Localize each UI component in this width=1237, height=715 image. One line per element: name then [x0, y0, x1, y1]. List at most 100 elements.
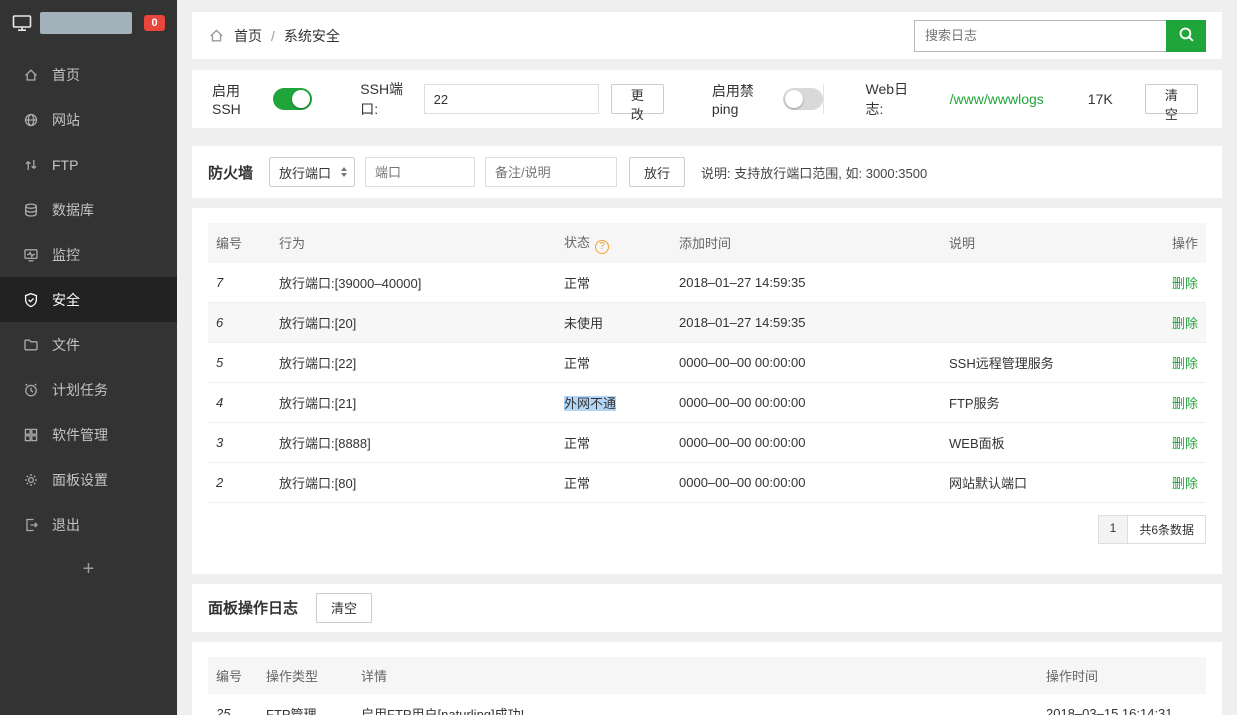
- delete-link[interactable]: 删除: [1172, 396, 1198, 411]
- server-name-redacted: [40, 12, 132, 34]
- cell-time: 2018–03–15 16:14:31: [1038, 693, 1206, 715]
- column-header-type: 操作类型: [258, 656, 353, 694]
- cell-note: FTP服务: [941, 382, 1156, 423]
- ssh-port-input[interactable]: [423, 84, 599, 114]
- sidebar-item-label: FTP: [52, 156, 79, 173]
- delete-link[interactable]: 删除: [1172, 316, 1198, 331]
- cell-status: 正常: [556, 262, 671, 303]
- cell-action: 放行端口:[39000–40000]: [271, 262, 556, 303]
- delete-link[interactable]: 删除: [1172, 276, 1198, 291]
- cell-op: 删除: [1156, 302, 1206, 343]
- table-row: 5 放行端口:[22] 正常 0000–00–00 00:00:00 SSH远程…: [208, 342, 1206, 383]
- sidebar-item-logout[interactable]: 退出: [0, 502, 177, 547]
- breadcrumb-home-icon[interactable]: [208, 27, 225, 44]
- status-badge: 正常: [564, 475, 591, 491]
- folder-icon: [23, 337, 39, 353]
- shield-icon: [23, 292, 39, 308]
- allow-button[interactable]: 放行: [629, 157, 686, 187]
- column-header-note: 说明: [941, 223, 1156, 263]
- ssh-toggle-label: 启用SSH: [212, 83, 241, 117]
- column-header-status: 状态?: [556, 223, 671, 263]
- cell-detail: 启用FTP用户[naturling]成功!: [353, 693, 1038, 715]
- status-badge: 正常: [564, 435, 591, 451]
- cell-id: 25: [208, 693, 258, 715]
- action-select-value: 放行端口: [279, 165, 332, 181]
- log-search: [914, 19, 1206, 52]
- sidebar-item-cron[interactable]: 计划任务: [0, 367, 177, 412]
- cell-status: 正常: [556, 422, 671, 463]
- sidebar-item-security[interactable]: 安全: [0, 277, 177, 322]
- sidebar-item-website[interactable]: 网站: [0, 97, 177, 142]
- sidebar-item-files[interactable]: 文件: [0, 322, 177, 367]
- sidebar-item-monitor[interactable]: 监控: [0, 232, 177, 277]
- column-header-detail: 详情: [353, 656, 1038, 694]
- transfer-icon: [23, 157, 39, 173]
- port-input[interactable]: [365, 157, 476, 187]
- apps-grid-icon: [23, 427, 39, 443]
- help-icon[interactable]: ?: [595, 239, 610, 254]
- sidebar-menu: 首页 网站 FTP 数据库 监控 安全 文件 计划任务 软件管理 面板设置 退出…: [0, 52, 177, 592]
- logs-clear-button[interactable]: 清空: [316, 592, 373, 623]
- cell-op: 删除: [1156, 462, 1206, 503]
- cell-action: 放行端口:[80]: [271, 462, 556, 503]
- note-input[interactable]: [485, 157, 618, 187]
- sidebar-item-home[interactable]: 首页: [0, 52, 177, 97]
- ssh-toggle[interactable]: [272, 88, 313, 110]
- cell-action: 放行端口:[8888]: [271, 422, 556, 463]
- status-header-label: 状态: [564, 235, 591, 250]
- cell-note: [941, 262, 1156, 303]
- cell-type: FTP管理: [258, 693, 353, 715]
- sidebar-item-software[interactable]: 软件管理: [0, 412, 177, 457]
- change-port-button[interactable]: 更改: [610, 84, 664, 122]
- cell-id: 2: [208, 462, 271, 503]
- search-icon: [1178, 26, 1195, 46]
- monitor-logo-icon: [12, 14, 32, 32]
- sidebar-item-ftp[interactable]: FTP: [0, 142, 177, 187]
- toggle-knob: [785, 90, 804, 108]
- logout-icon: [23, 517, 39, 533]
- search-input[interactable]: [914, 19, 1166, 52]
- database-icon: [23, 202, 39, 218]
- cell-op: 删除: [1156, 382, 1206, 423]
- column-header-time: 添加时间: [671, 223, 941, 263]
- action-select[interactable]: 放行端口: [269, 157, 356, 187]
- home-icon: [23, 67, 39, 83]
- weblog-path[interactable]: /www/wwwlogs: [950, 91, 1044, 107]
- status-badge: 未使用: [564, 315, 604, 331]
- cell-op: 删除: [1156, 262, 1206, 303]
- sidebar-item-label: 数据库: [52, 201, 94, 218]
- clock-icon: [23, 382, 39, 398]
- delete-link[interactable]: 删除: [1172, 476, 1198, 491]
- delete-link[interactable]: 删除: [1172, 356, 1198, 371]
- cell-time: 2018–01–27 14:59:35: [671, 262, 941, 303]
- sidebar-logo-row: 0: [0, 0, 177, 44]
- sidebar-item-label: 面板设置: [52, 471, 108, 488]
- cell-status: 未使用: [556, 302, 671, 343]
- firewall-hint: 说明: 支持放行端口范围, 如: 3000:3500: [701, 165, 928, 181]
- sidebar-item-database[interactable]: 数据库: [0, 187, 177, 232]
- sidebar-item-label: 计划任务: [52, 381, 108, 398]
- cell-op: 删除: [1156, 422, 1206, 463]
- sidebar-item-label: 退出: [52, 516, 80, 533]
- breadcrumb-home[interactable]: 首页: [234, 26, 262, 46]
- notification-badge[interactable]: 0: [144, 15, 165, 31]
- table-row: 25 FTP管理 启用FTP用户[naturling]成功! 2018–03–1…: [208, 693, 1206, 715]
- cell-action: 放行端口:[20]: [271, 302, 556, 343]
- ping-toggle-label: 启用禁ping: [711, 83, 754, 117]
- cell-id: 6: [208, 302, 271, 343]
- ping-toggle[interactable]: [783, 88, 823, 110]
- page-button[interactable]: 1: [1097, 514, 1129, 544]
- gear-icon: [23, 472, 39, 488]
- cell-status: 外网不通: [556, 382, 671, 423]
- add-button[interactable]: +: [0, 547, 177, 592]
- toggle-knob: [292, 90, 311, 108]
- delete-link[interactable]: 删除: [1172, 436, 1198, 451]
- table-row: 7 放行端口:[39000–40000] 正常 2018–01–27 14:59…: [208, 262, 1206, 303]
- weblog-clear-button[interactable]: 清空: [1144, 84, 1198, 122]
- cell-time: 0000–00–00 00:00:00: [671, 422, 941, 463]
- sidebar-item-label: 安全: [52, 291, 80, 308]
- search-button[interactable]: [1166, 19, 1206, 52]
- weblog-label: Web日志:: [865, 81, 909, 117]
- sidebar-item-settings[interactable]: 面板设置: [0, 457, 177, 502]
- sidebar-item-label: 软件管理: [52, 426, 108, 443]
